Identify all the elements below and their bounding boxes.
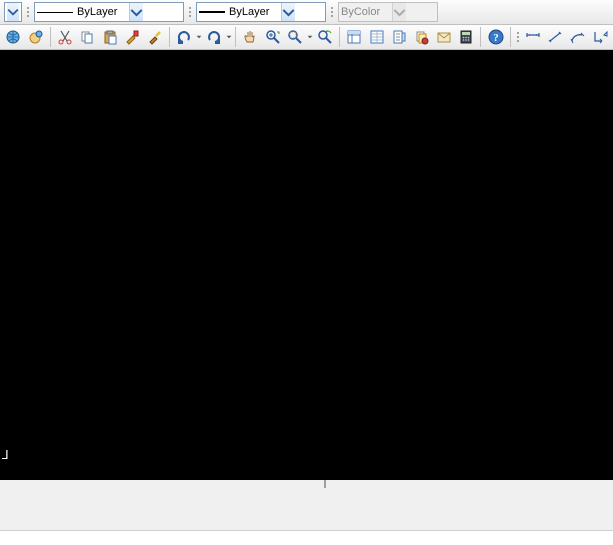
linetype-dropdown[interactable]: ByLayer: [34, 2, 184, 22]
paintbrush-icon[interactable]: [144, 26, 164, 48]
toolbar-grip[interactable]: [26, 0, 30, 25]
status-strip: [0, 530, 613, 545]
chevron-down-icon: [129, 3, 143, 21]
toolbar-grip[interactable]: [516, 25, 520, 50]
line-sample-icon: [199, 11, 225, 13]
standard-toolbar: ?: [0, 25, 613, 50]
zoom-window-icon[interactable]: [285, 26, 305, 48]
dim-arc-icon[interactable]: [567, 26, 587, 48]
separator: [339, 27, 340, 47]
quickcalc-icon[interactable]: [456, 26, 476, 48]
dropdown-partial[interactable]: [4, 2, 22, 22]
separator: [50, 27, 51, 47]
zoom-realtime-icon[interactable]: [263, 26, 283, 48]
separator: [510, 27, 511, 47]
zoom-previous-icon[interactable]: [315, 26, 335, 48]
design-center-icon[interactable]: [366, 26, 386, 48]
match-prop-icon[interactable]: [122, 26, 142, 48]
redo-icon[interactable]: [203, 26, 223, 48]
lineweight-dropdown[interactable]: ByLayer: [196, 2, 326, 22]
chevron-down-icon: [392, 3, 406, 21]
line-sample-icon: [37, 12, 73, 13]
dim-ordinate-icon[interactable]: [590, 26, 610, 48]
help-icon[interactable]: ?: [485, 26, 505, 48]
properties-icon[interactable]: [344, 26, 364, 48]
cursor-indicator: ⅃: [2, 448, 9, 462]
markup-icon[interactable]: [434, 26, 454, 48]
separator: [235, 27, 236, 47]
undo-icon[interactable]: [174, 26, 194, 48]
dim-linear-icon[interactable]: [522, 26, 542, 48]
paste-icon[interactable]: [100, 26, 120, 48]
sheet-set-icon[interactable]: [411, 26, 431, 48]
copy-icon[interactable]: [77, 26, 97, 48]
plotstyle-dropdown: ByColor: [338, 2, 438, 22]
pan-icon[interactable]: [240, 26, 260, 48]
property-toolbar: ByLayer ByLayer ByColor: [0, 0, 613, 25]
plotstyle-label: ByColor: [341, 6, 392, 18]
help-globe-icon[interactable]: [25, 26, 45, 48]
dim-aligned-icon[interactable]: [545, 26, 565, 48]
chevron-down-icon: [7, 3, 19, 21]
separator: [480, 27, 481, 47]
layout-tab-divider: [324, 480, 326, 488]
linetype-label: ByLayer: [77, 6, 129, 18]
svg-text:?: ?: [493, 32, 499, 44]
redo-dropdown-arrow[interactable]: [225, 34, 232, 40]
tool-palettes-icon[interactable]: [389, 26, 409, 48]
zoom-dropdown-arrow[interactable]: [306, 34, 313, 40]
lineweight-label: ByLayer: [229, 6, 281, 18]
toolbar-grip[interactable]: [188, 0, 192, 25]
separator: [169, 27, 170, 47]
globe-icon[interactable]: [3, 26, 23, 48]
drawing-canvas[interactable]: ⅃: [0, 50, 613, 480]
cut-icon[interactable]: [55, 26, 75, 48]
toolbar-grip[interactable]: [330, 0, 334, 25]
chevron-down-icon: [281, 3, 295, 21]
undo-dropdown-arrow[interactable]: [195, 34, 202, 40]
